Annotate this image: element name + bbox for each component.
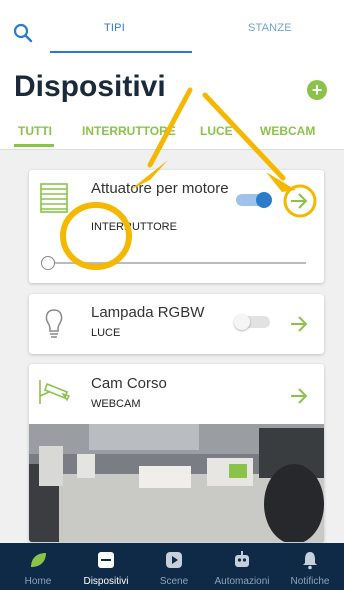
active-tab-indicator (50, 51, 192, 53)
filter-luce[interactable]: LUCE (200, 124, 233, 138)
nav-label: Dispositivi (83, 576, 129, 587)
device-name: Cam Corso (91, 375, 167, 392)
arrow-right-icon[interactable] (288, 385, 310, 407)
tab-tipi[interactable]: TIPI (104, 22, 125, 34)
device-card-lampada[interactable]: Lampada RGBW LUCE (29, 294, 324, 354)
filter-webcam[interactable]: WEBCAM (260, 124, 315, 138)
page-title: Dispositivi (14, 70, 166, 103)
leaf-icon (31, 553, 46, 567)
level-slider[interactable] (41, 256, 306, 270)
nav-label: Scene (159, 576, 189, 587)
camera-icon (39, 380, 70, 404)
bell-icon (303, 552, 317, 570)
device-switch[interactable] (234, 314, 272, 330)
shutter-icon (40, 183, 68, 213)
bottom-navigation: Home Dispositivi Scene Automazioni Notif… (0, 543, 344, 590)
device-type: LUCE (91, 327, 121, 339)
webcam-preview[interactable] (29, 424, 324, 542)
device-type: WEBCAM (91, 398, 141, 410)
active-filter-indicator (14, 144, 54, 147)
top-tab-bar: TIPI STANZE (0, 0, 344, 58)
arrow-right-icon[interactable] (288, 190, 310, 212)
arrow-right-icon[interactable] (288, 313, 310, 335)
nav-label: Automazioni (214, 576, 270, 587)
devices-icon (98, 552, 114, 568)
device-card-cam[interactable]: Cam Corso WEBCAM (29, 364, 324, 542)
tab-stanze[interactable]: STANZE (248, 22, 292, 34)
device-name: Attuatore per motore (91, 180, 229, 197)
nav-scene[interactable]: Scene (140, 543, 208, 590)
robot-icon (235, 551, 249, 567)
nav-label: Notifiche (290, 576, 330, 587)
device-card-attuatore[interactable]: Attuatore per motore INTERRUTTORE (29, 170, 324, 283)
nav-home[interactable]: Home (4, 543, 72, 590)
nav-dispositivi[interactable]: Dispositivi (72, 543, 140, 590)
page-header: Dispositivi + TUTTI INTERRUTTORE LUCE WE… (0, 58, 344, 150)
filter-tutti[interactable]: TUTTI (18, 124, 52, 138)
nav-automazioni[interactable]: Automazioni (208, 543, 276, 590)
nav-label: Home (24, 576, 52, 587)
add-device-button[interactable]: + (307, 80, 327, 100)
bulb-icon (45, 309, 63, 338)
device-type: INTERRUTTORE (91, 221, 177, 233)
slider-thumb[interactable] (41, 256, 55, 270)
search-icon[interactable] (12, 22, 34, 44)
device-name: Lampada RGBW (91, 304, 205, 321)
play-icon (166, 552, 182, 568)
device-switch[interactable] (234, 192, 272, 208)
nav-notifiche[interactable]: Notifiche (276, 543, 344, 590)
filter-interruttore[interactable]: INTERRUTTORE (82, 124, 176, 138)
filter-bar: TUTTI INTERRUTTORE LUCE WEBCAM (0, 124, 344, 144)
